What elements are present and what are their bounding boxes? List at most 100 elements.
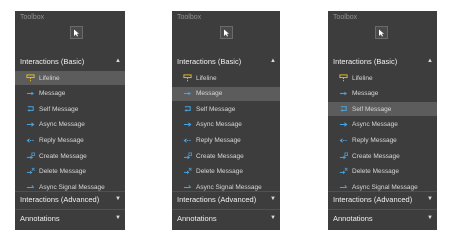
toolbox-item-self-message[interactable]: Self Message [172, 102, 280, 116]
toolbox-panel-2: Toolbox Interactions (Basic) ▲ Lifeline Mess… [172, 11, 280, 230]
toolbox-item-label: Async Message [39, 121, 85, 129]
expand-down-icon[interactable]: ▼ [270, 215, 276, 221]
collapse-up-icon[interactable]: ▲ [427, 58, 433, 64]
pointer-tool-button[interactable] [374, 26, 388, 39]
toolbox-item-label: Message [196, 90, 223, 98]
toolbox-item-label: Self Message [39, 105, 79, 113]
toolbox-item-delete-message[interactable]: Delete Message [172, 165, 280, 179]
toolbox-item-message[interactable]: Message [172, 86, 280, 101]
divider [172, 209, 280, 210]
message-icon [25, 89, 35, 99]
section-interactions-basic[interactable]: Interactions (Basic) ▲ [15, 54, 125, 69]
create-message-icon [25, 151, 35, 161]
toolbox-item-label: Async Signal Message [196, 183, 262, 191]
lifeline-icon [25, 73, 35, 83]
toolbox-item-create-message[interactable]: Create Message [172, 149, 280, 163]
section-label: Interactions (Basic) [20, 57, 85, 66]
toolbox-item-delete-message[interactable]: Delete Message [328, 165, 437, 179]
toolbox-item-reply-message[interactable]: Reply Message [328, 133, 437, 147]
section-annotations[interactable]: Annotations ▼ [15, 211, 125, 226]
toolbox-item-label: Message [39, 90, 66, 98]
async-message-icon [25, 120, 35, 130]
toolbox-item-label: Async Signal Message [352, 183, 418, 191]
expand-down-icon[interactable]: ▼ [115, 196, 121, 202]
section-label: Interactions (Basic) [177, 57, 242, 66]
toolbox-item-label: Message [352, 90, 379, 98]
cursor-arrow-icon [223, 29, 230, 37]
toolbox-item-label: Lifeline [352, 74, 373, 82]
toolbox-item-message[interactable]: Message [15, 87, 125, 101]
cursor-arrow-icon [73, 29, 80, 37]
section-interactions-advanced[interactable]: Interactions (Advanced) ▼ [328, 192, 437, 207]
create-message-icon [338, 151, 348, 161]
toolbox-item-message[interactable]: Message [328, 87, 437, 101]
toolbox-title: Toolbox [333, 14, 358, 21]
toolbox-item-reply-message[interactable]: Reply Message [15, 133, 125, 147]
toolbox-item-lifeline[interactable]: Lifeline [328, 71, 437, 85]
toolbox-item-self-message[interactable]: Self Message [328, 102, 437, 117]
toolbox-item-async-message[interactable]: Async Message [15, 118, 125, 132]
toolbox-title: Toolbox [177, 14, 202, 21]
collapse-up-icon[interactable]: ▲ [115, 58, 121, 64]
async-message-icon [182, 120, 192, 130]
toolbox-item-lifeline[interactable]: Lifeline [15, 71, 125, 85]
toolbox-item-create-message[interactable]: Create Message [15, 149, 125, 163]
delete-message-icon [25, 167, 35, 177]
toolbox-item-label: Async Message [196, 121, 242, 129]
toolbox-item-lifeline[interactable]: Lifeline [172, 71, 280, 85]
toolbox-panel-3: Toolbox Interactions (Basic) ▲ Lifeline Mess… [328, 11, 437, 230]
toolbox-item-label: Delete Message [352, 168, 399, 176]
section-label: Interactions (Advanced) [333, 195, 413, 204]
self-message-icon [338, 104, 348, 114]
divider [328, 209, 437, 210]
toolbox-item-create-message[interactable]: Create Message [328, 149, 437, 163]
section-annotations[interactable]: Annotations ▼ [172, 211, 280, 226]
toolbox-item-label: Async Message [352, 121, 398, 129]
lifeline-icon [338, 73, 348, 83]
expand-down-icon[interactable]: ▼ [115, 215, 121, 221]
toolbox-item-label: Create Message [196, 152, 244, 160]
self-message-icon [25, 104, 35, 114]
divider [15, 209, 125, 210]
async-message-icon [338, 120, 348, 130]
section-interactions-advanced[interactable]: Interactions (Advanced) ▼ [172, 192, 280, 207]
section-label: Interactions (Advanced) [20, 195, 100, 204]
expand-down-icon[interactable]: ▼ [427, 215, 433, 221]
cursor-arrow-icon [378, 29, 385, 37]
message-icon [338, 89, 348, 99]
toolbox-item-label: Reply Message [196, 136, 241, 144]
delete-message-icon [182, 167, 192, 177]
toolbox-item-label: Async Signal Message [39, 183, 105, 191]
section-label: Annotations [177, 214, 217, 223]
toolbox-item-delete-message[interactable]: Delete Message [15, 165, 125, 179]
section-interactions-basic[interactable]: Interactions (Basic) ▲ [328, 54, 437, 69]
toolbox-item-label: Self Message [352, 105, 392, 113]
pointer-tool-button[interactable] [69, 26, 83, 39]
toolbox-title: Toolbox [20, 14, 45, 21]
pointer-tool-button[interactable] [219, 26, 233, 39]
toolbox-item-label: Lifeline [196, 74, 217, 82]
toolbox-item-reply-message[interactable]: Reply Message [172, 133, 280, 147]
toolbox-item-label: Create Message [352, 152, 400, 160]
section-interactions-basic[interactable]: Interactions (Basic) ▲ [172, 54, 280, 69]
section-interactions-advanced[interactable]: Interactions (Advanced) ▼ [15, 192, 125, 207]
self-message-icon [182, 104, 192, 114]
reply-message-icon [182, 135, 192, 145]
toolbox-item-label: Delete Message [39, 168, 86, 176]
message-icon [182, 89, 192, 99]
toolbox-item-label: Lifeline [39, 74, 60, 82]
toolbox-item-self-message[interactable]: Self Message [15, 102, 125, 116]
toolbox-item-async-message[interactable]: Async Message [172, 118, 280, 132]
toolbox-panel-1: Toolbox Interactions (Basic) ▲ Lifeline Mess… [15, 11, 125, 230]
section-label: Annotations [20, 214, 60, 223]
delete-message-icon [338, 167, 348, 177]
reply-message-icon [338, 135, 348, 145]
expand-down-icon[interactable]: ▼ [270, 196, 276, 202]
toolbox-item-label: Reply Message [352, 136, 397, 144]
toolbox-item-async-message[interactable]: Async Message [328, 118, 437, 132]
section-label: Interactions (Advanced) [177, 195, 257, 204]
toolbox-item-label: Self Message [196, 105, 236, 113]
section-annotations[interactable]: Annotations ▼ [328, 211, 437, 226]
expand-down-icon[interactable]: ▼ [427, 196, 433, 202]
collapse-up-icon[interactable]: ▲ [270, 58, 276, 64]
